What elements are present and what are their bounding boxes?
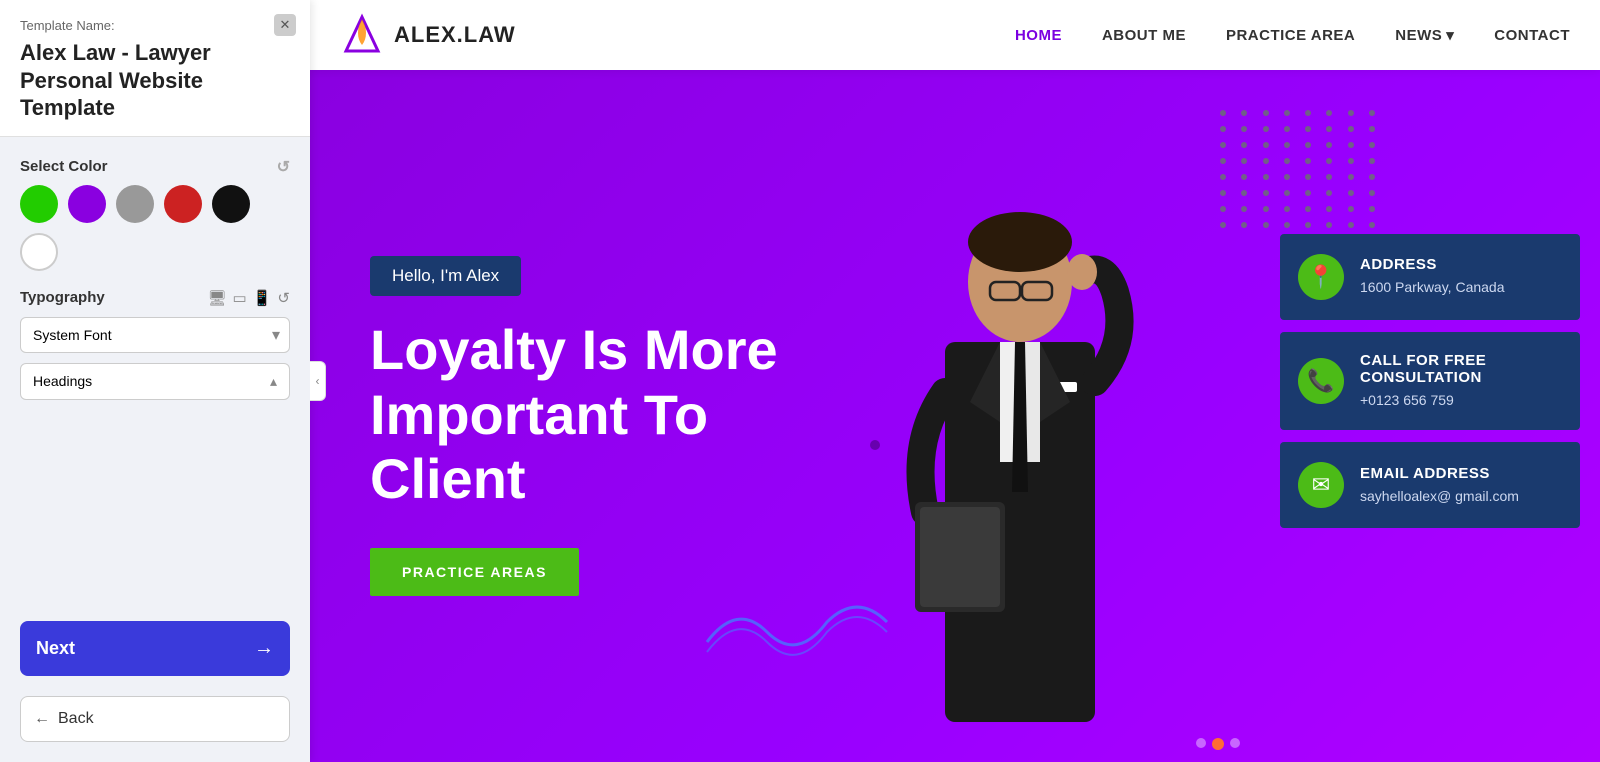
nav-home[interactable]: HOME [1015, 27, 1062, 44]
headings-select[interactable]: Headings ▴ [20, 363, 290, 400]
navbar: ALEX.LAW HOME ABOUT ME PRACTICE AREA NEW… [310, 0, 1600, 70]
color-swatch-black[interactable] [212, 185, 250, 223]
logo-area: ALEX.LAW [340, 13, 516, 57]
practice-areas-button[interactable]: PRACTICE AREAS [370, 548, 579, 596]
nav-news[interactable]: NEWS ▾ [1395, 26, 1454, 44]
dot-indicator-1[interactable] [1196, 738, 1206, 748]
color-swatch-red[interactable] [164, 185, 202, 223]
email-icon-circle: ✉ [1298, 462, 1344, 508]
email-detail: sayhelloalex@ gmail.com [1360, 487, 1519, 507]
panel-header: Template Name: Alex Law - Lawyer Persona… [0, 0, 310, 137]
color-section-label: Select Color ↺ [20, 157, 290, 177]
address-card: 📍 ADDRESS 1600 Parkway, Canada [1280, 234, 1580, 320]
panel-body: Select Color ↺ Typography 🖥 ▭ [0, 137, 310, 762]
nav-links: HOME ABOUT ME PRACTICE AREA NEWS ▾ CONTA… [1015, 26, 1570, 44]
email-card-text: EMAIL ADDRESS sayhelloalex@ gmail.com [1360, 465, 1519, 507]
logo-icon [340, 13, 384, 57]
lawyer-figure [860, 142, 1180, 762]
phone-icon-circle: 📞 [1298, 358, 1344, 404]
collapse-tab[interactable]: ‹ [310, 361, 326, 401]
dot-indicator-3[interactable] [1230, 738, 1240, 748]
email-card: ✉ EMAIL ADDRESS sayhelloalex@ gmail.com [1280, 442, 1580, 528]
phone-icon: 📞 [1307, 368, 1334, 394]
reset-color-icon[interactable]: ↺ [277, 157, 290, 177]
color-swatch-green[interactable] [20, 185, 58, 223]
font-select[interactable]: System Font Roboto Open Sans Lato [20, 317, 290, 353]
headings-chevron-icon: ▴ [270, 373, 277, 390]
typography-section: Typography 🖥 ▭ 📱 ↺ System Font Roboto Op… [20, 289, 290, 400]
next-arrow-icon: → [254, 637, 274, 660]
address-detail: 1600 Parkway, Canada [1360, 278, 1505, 298]
address-icon-circle: 📍 [1298, 254, 1344, 300]
back-button[interactable]: ← Back [20, 696, 290, 742]
template-title: Alex Law - Lawyer Personal Website Templ… [20, 39, 290, 122]
color-swatch-gray[interactable] [116, 185, 154, 223]
slide-indicator [1196, 738, 1240, 750]
phone-title: CALL FOR FREE CONSULTATION [1360, 352, 1560, 386]
main-content: ALEX.LAW HOME ABOUT ME PRACTICE AREA NEW… [310, 0, 1600, 762]
nav-contact[interactable]: CONTACT [1494, 27, 1570, 44]
color-section: Select Color ↺ [20, 157, 290, 271]
logo-text: ALEX.LAW [394, 22, 516, 48]
spacer [20, 418, 290, 600]
hero-heading: Loyalty Is More Important To Client [370, 318, 870, 511]
hello-badge: Hello, I'm Alex [370, 256, 521, 296]
address-title: ADDRESS [1360, 256, 1505, 273]
close-button[interactable]: ✕ [274, 14, 296, 36]
lawyer-svg [860, 142, 1180, 762]
mobile-icon[interactable]: 📱 [253, 289, 272, 307]
reset-typography-icon[interactable]: ↺ [277, 289, 290, 307]
phone-detail: +0123 656 759 [1360, 391, 1560, 411]
tablet-icon[interactable]: ▭ [233, 289, 247, 307]
font-select-wrapper: System Font Roboto Open Sans Lato ▾ [20, 317, 290, 353]
info-cards: 📍 ADDRESS 1600 Parkway, Canada 📞 CALL FO… [1260, 0, 1600, 762]
left-panel: Template Name: Alex Law - Lawyer Persona… [0, 0, 310, 762]
dot-indicator-2[interactable] [1212, 738, 1224, 750]
email-title: EMAIL ADDRESS [1360, 465, 1519, 482]
location-pin-icon: 📍 [1307, 264, 1334, 290]
phone-card: 📞 CALL FOR FREE CONSULTATION +0123 656 7… [1280, 332, 1580, 431]
typography-header: Typography 🖥 ▭ 📱 ↺ [20, 289, 290, 307]
color-swatch-purple[interactable] [68, 185, 106, 223]
color-swatch-white[interactable] [20, 233, 58, 271]
email-icon: ✉ [1312, 472, 1330, 498]
next-button[interactable]: Next → [20, 621, 290, 676]
monitor-icon[interactable]: 🖥 [208, 289, 227, 307]
back-arrow-icon: ← [34, 710, 50, 728]
typography-icons: 🖥 ▭ 📱 ↺ [208, 289, 291, 307]
nav-practice[interactable]: PRACTICE AREA [1226, 27, 1355, 44]
news-dropdown-icon: ▾ [1446, 26, 1454, 44]
nav-about[interactable]: ABOUT ME [1102, 27, 1186, 44]
phone-card-text: CALL FOR FREE CONSULTATION +0123 656 759 [1360, 352, 1560, 411]
color-swatches [20, 185, 290, 271]
address-card-text: ADDRESS 1600 Parkway, Canada [1360, 256, 1505, 298]
template-label: Template Name: [20, 18, 290, 33]
typography-label: Typography [20, 289, 105, 306]
